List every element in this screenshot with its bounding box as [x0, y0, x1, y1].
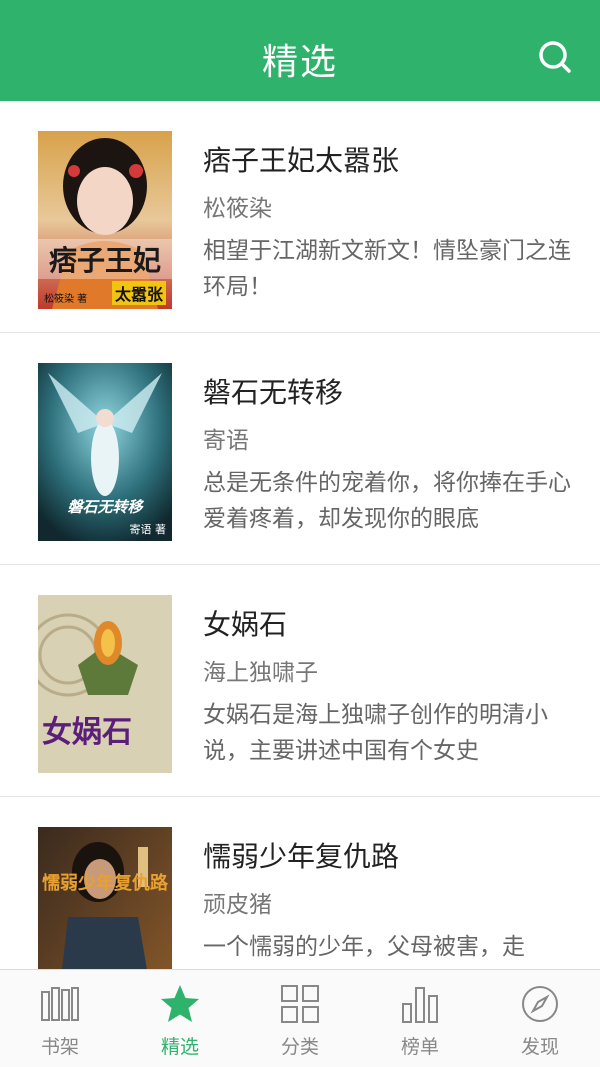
book-cover: 女娲石: [38, 595, 172, 773]
book-list-item[interactable]: 懦弱少年复仇路 懦弱少年复仇路 顽皮猪 一个懦弱的少年，父母被害，走: [0, 797, 600, 969]
book-title: 女娲石: [203, 608, 288, 641]
grid-icon: [281, 985, 319, 1023]
star-icon: [161, 985, 199, 1022]
book-title: 磐石无转移: [203, 376, 344, 409]
tab-label: 书架: [40, 1036, 79, 1058]
compass-icon: [522, 986, 558, 1022]
tab-category[interactable]: 分类: [240, 970, 360, 1067]
book-author: 海上独啸子: [203, 660, 318, 686]
search-button[interactable]: [538, 40, 572, 76]
book-list-item[interactable]: 女娲石 女娲石 海上独啸子 女娲石是海上独啸子创作的明清小说，主要讲述中国有个女…: [0, 565, 600, 797]
page-title: 精选: [261, 41, 338, 83]
book-description: 一个懦弱的少年，父母被害，走: [203, 934, 525, 960]
tab-label: 分类: [280, 1036, 319, 1058]
book-author: 寄语: [203, 428, 249, 454]
book-author: 松筱染: [203, 196, 272, 222]
cover-subtitle: 寄语 著: [129, 523, 167, 536]
book-description: 总是无条件的宠着你，将你捧在手心爱着疼着，却发现你的眼底: [203, 470, 571, 532]
book-author: 顽皮猪: [203, 892, 272, 918]
bookshelf-icon: [41, 987, 79, 1021]
book-cover: 懦弱少年复仇路: [38, 827, 172, 969]
cover-author: 松筱染 著: [44, 294, 88, 305]
cover-illustration: [38, 827, 172, 969]
tab-rankings[interactable]: 榜单: [360, 970, 480, 1067]
book-title: 痞子王妃太嚣张: [203, 144, 400, 177]
book-cover: 磐石无转移 寄语 著: [38, 363, 172, 541]
book-cover: 痞子王妃 太嚣张 松筱染 著: [38, 131, 172, 309]
bottom-tab-bar: 书架 精选 分类 榜单 发现: [0, 969, 600, 1067]
book-list-item[interactable]: 痞子王妃 太嚣张 松筱染 著 痞子王妃太嚣张 松筱染 相望于江湖新文新文！情坠豪…: [0, 101, 600, 333]
book-list-item[interactable]: 磐石无转移 寄语 著 磐石无转移 寄语 总是无条件的宠着你，将你捧在手心爱着疼着…: [0, 333, 600, 565]
cover-title: 女娲石: [42, 715, 132, 750]
tab-discover[interactable]: 发现: [480, 970, 600, 1067]
search-icon: [539, 41, 571, 73]
tab-label: 发现: [520, 1036, 559, 1058]
tab-label: 榜单: [400, 1036, 439, 1058]
book-title: 懦弱少年复仇路: [203, 840, 400, 873]
cover-title: 懦弱少年复仇路: [42, 873, 168, 894]
book-list: 痞子王妃 太嚣张 松筱染 著 痞子王妃太嚣张 松筱染 相望于江湖新文新文！情坠豪…: [0, 101, 600, 969]
book-description: 女娲石是海上独啸子创作的明清小说，主要讲述中国有个女史: [203, 702, 548, 764]
tab-featured[interactable]: 精选: [120, 970, 240, 1067]
top-bar: 精选: [0, 0, 600, 101]
cover-title: 痞子王妃: [38, 239, 172, 279]
cover-subtitle: 太嚣张: [111, 281, 166, 305]
cover-title: 磐石无转移: [67, 498, 143, 516]
tab-bookshelf[interactable]: 书架: [0, 970, 120, 1067]
tab-label: 精选: [160, 1036, 199, 1058]
bar-chart-icon: [402, 987, 438, 1023]
book-description: 相望于江湖新文新文！情坠豪门之连环局！: [203, 238, 571, 300]
